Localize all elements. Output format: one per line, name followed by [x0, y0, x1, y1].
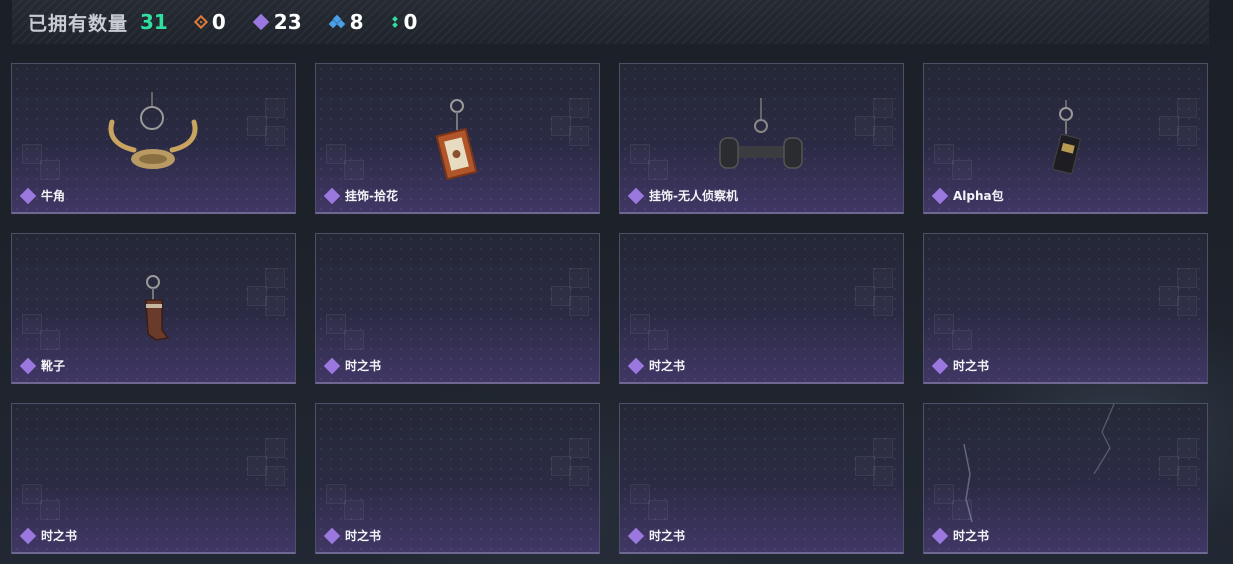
owned-label: 已拥有数量	[28, 12, 129, 35]
green-rarity-icon	[391, 15, 398, 29]
purple-rarity-icon	[323, 527, 341, 544]
blue-count: 8	[349, 10, 364, 34]
item-card-book-of-time[interactable]: 时之书	[315, 233, 600, 384]
orange-rarity-icon	[193, 14, 208, 30]
item-name: 时之书	[953, 529, 990, 543]
item-name: 时之书	[41, 529, 78, 543]
purple-rarity-icon	[931, 527, 949, 544]
purple-rarity-icon	[19, 527, 37, 544]
purple-rarity-icon	[323, 187, 341, 204]
item-card-alpha-pack[interactable]: Alpha包	[923, 63, 1208, 214]
flower-frame-charm-image	[435, 99, 478, 181]
item-name: 时之书	[649, 529, 686, 543]
purple-count: 23	[273, 10, 302, 34]
horn-charm-image	[108, 92, 198, 169]
item-name: Alpha包	[953, 189, 1004, 203]
item-card-book-of-time[interactable]: 时之书	[619, 233, 904, 384]
item-name: 时之书	[649, 359, 686, 373]
item-name: 挂饰-无人侦察机	[649, 189, 738, 203]
green-count-stat: 0	[391, 10, 418, 34]
purple-rarity-icon	[627, 357, 645, 374]
inventory-summary-bar: 已拥有数量 31 0 23 8 0	[12, 0, 1209, 44]
item-name: 时之书	[345, 529, 382, 543]
owned-count: 31	[140, 10, 168, 34]
purple-rarity-icon	[252, 13, 270, 31]
lightning-effect	[963, 404, 1115, 522]
purple-rarity-icon	[323, 357, 341, 374]
orange-count: 0	[211, 10, 226, 34]
purple-rarity-icon	[627, 527, 645, 544]
item-card-boot[interactable]: 靴子	[11, 233, 296, 384]
blue-rarity-icon	[328, 14, 345, 29]
item-card-book-of-time[interactable]: 时之书	[619, 403, 904, 554]
blue-count-stat: 8	[328, 10, 364, 34]
item-card-book-of-time[interactable]: 时之书	[11, 403, 296, 554]
purple-rarity-icon	[19, 187, 37, 204]
item-name: 挂饰-拾花	[345, 189, 398, 203]
purple-rarity-icon	[19, 357, 37, 374]
item-grid: 牛角 挂饰-拾花 挂饰-无人侦察机 Alpha包 靴子 时之书 时之书 时之书 …	[11, 63, 1208, 554]
item-name: 靴子	[41, 359, 66, 373]
item-card-book-of-time[interactable]: 时之书	[315, 403, 600, 554]
alpha-pack-charm-image	[1052, 100, 1081, 175]
purple-rarity-icon	[931, 187, 949, 204]
item-card-horn[interactable]: 牛角	[11, 63, 296, 214]
boot-charm-image	[145, 275, 170, 341]
item-card-drone[interactable]: 挂饰-无人侦察机	[619, 63, 904, 214]
drone-charm-image	[719, 98, 803, 169]
item-card-book-of-time[interactable]: 时之书	[923, 233, 1208, 384]
item-card-flower-frame[interactable]: 挂饰-拾花	[315, 63, 600, 214]
item-name: 牛角	[41, 189, 66, 203]
item-name: 时之书	[953, 359, 990, 373]
purple-count-stat: 23	[252, 10, 302, 34]
orange-count-stat: 0	[193, 10, 226, 34]
green-count: 0	[403, 10, 418, 34]
item-name: 时之书	[345, 359, 382, 373]
purple-rarity-icon	[627, 187, 645, 204]
purple-rarity-icon	[931, 357, 949, 374]
item-card-book-of-time[interactable]: 时之书	[923, 403, 1208, 554]
